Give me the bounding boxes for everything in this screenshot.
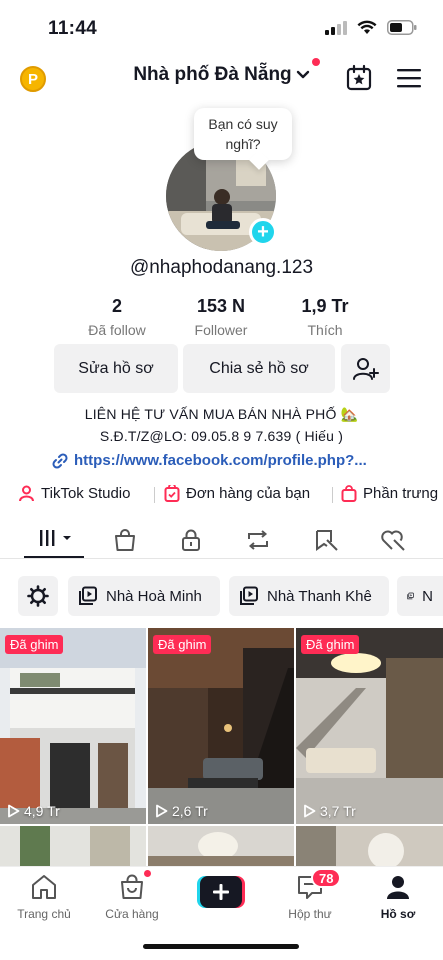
pinned-badge: Đã ghim bbox=[5, 635, 64, 654]
profile-link[interactable]: https://www.facebook.com/profile.php?... bbox=[52, 452, 367, 469]
wifi-icon bbox=[357, 20, 377, 34]
tiktok-studio-label: TikTok Studio bbox=[41, 485, 131, 502]
studio-icon bbox=[19, 485, 34, 502]
showcase-link[interactable]: Phần trưng bbox=[341, 485, 443, 502]
view-count: 3,7 Tr bbox=[303, 803, 356, 819]
inbox-badge: 78 bbox=[311, 868, 342, 888]
likes-stat[interactable]: 1,9 Tr Thích bbox=[270, 296, 380, 338]
video-thumbnail bbox=[148, 628, 294, 824]
video-thumbnail bbox=[296, 628, 443, 824]
nav-shop[interactable]: Cửa hàng bbox=[92, 874, 172, 921]
view-count: 4,9 Tr bbox=[7, 803, 60, 819]
nav-profile[interactable]: Hồ sơ bbox=[358, 874, 438, 921]
likes-count: 1,9 Tr bbox=[301, 296, 349, 316]
add-friend-button[interactable] bbox=[341, 344, 390, 393]
likes-label: Thích bbox=[307, 322, 343, 338]
collection-settings-button[interactable] bbox=[18, 576, 58, 616]
view-count-text: 4,9 Tr bbox=[24, 803, 60, 819]
order-icon bbox=[164, 485, 180, 502]
following-stat[interactable]: 2 Đã follow bbox=[62, 296, 172, 338]
profile-link-text: https://www.facebook.com/profile.php?... bbox=[74, 452, 367, 469]
gear-icon bbox=[27, 585, 49, 607]
orders-label: Đơn hàng của bạn bbox=[186, 485, 311, 502]
videos-grid-icon[interactable] bbox=[38, 528, 74, 552]
home-icon bbox=[32, 875, 56, 899]
playlist-icon bbox=[240, 586, 258, 605]
quick-link-divider bbox=[154, 487, 155, 503]
collection-label: N bbox=[422, 587, 433, 605]
chevron-down-icon bbox=[296, 70, 309, 79]
video-thumbnail bbox=[296, 826, 443, 866]
nav-inbox-label: Hộp thư bbox=[288, 907, 332, 921]
battery-icon bbox=[387, 20, 417, 35]
collection-label: Nhà Thanh Khê bbox=[267, 587, 372, 605]
hamburger-icon[interactable] bbox=[397, 68, 421, 88]
tiktok-studio-link[interactable]: TikTok Studio bbox=[18, 485, 130, 502]
bio-line-1: LIÊN HỆ TƯ VẤN MUA BÁN NHÀ PHỐ 🏡 bbox=[84, 406, 359, 422]
nav-shop-label: Cửa hàng bbox=[105, 907, 159, 921]
video-thumbnail bbox=[0, 628, 146, 824]
link-icon bbox=[52, 452, 68, 469]
nav-home[interactable]: Trang chủ bbox=[4, 874, 84, 921]
calendar-star-icon[interactable] bbox=[345, 64, 373, 92]
collection-label: Nhà Hoà Minh bbox=[106, 587, 202, 605]
bio-line-2: S.Đ.T/Z@LO: 09.05.8 9 7.639 ( Hiếu ) bbox=[99, 428, 344, 444]
showcase-icon bbox=[341, 485, 357, 502]
notification-dot bbox=[311, 58, 320, 66]
lock-icon[interactable] bbox=[179, 528, 203, 552]
shop-bag-icon[interactable] bbox=[113, 528, 137, 552]
video-thumbnail bbox=[148, 826, 294, 866]
quick-link-divider bbox=[332, 487, 333, 503]
nav-profile-label: Hồ sơ bbox=[380, 907, 416, 921]
play-icon bbox=[8, 804, 20, 818]
share-profile-button[interactable]: Chia sẻ hồ sơ bbox=[183, 344, 335, 393]
video-tile[interactable] bbox=[296, 826, 443, 866]
playlist-icon bbox=[407, 592, 414, 600]
video-thumbnail bbox=[0, 826, 146, 866]
divider bbox=[0, 558, 443, 559]
favorites-icon[interactable] bbox=[313, 528, 339, 552]
shop-bag-icon bbox=[121, 874, 143, 899]
video-tile[interactable]: Đã ghim 2,6 Tr bbox=[148, 628, 294, 824]
pinned-badge: Đã ghim bbox=[153, 635, 212, 654]
view-count-text: 2,6 Tr bbox=[172, 803, 208, 819]
repost-icon[interactable] bbox=[245, 528, 271, 552]
video-tile[interactable] bbox=[0, 826, 146, 866]
collection-chip[interactable]: N bbox=[397, 576, 443, 616]
page-title: Nhà phố Đà Nẵng bbox=[133, 64, 292, 85]
followers-stat[interactable]: 153 N Follower bbox=[166, 296, 276, 338]
video-tile[interactable] bbox=[148, 826, 294, 866]
play-icon bbox=[156, 804, 168, 818]
view-count: 2,6 Tr bbox=[155, 803, 208, 819]
pinned-badge: Đã ghim bbox=[301, 635, 360, 654]
nav-home-label: Trang chủ bbox=[17, 907, 71, 921]
edit-profile-button[interactable]: Sửa hồ sơ bbox=[54, 344, 178, 393]
following-label: Đã follow bbox=[88, 322, 146, 338]
collection-chip[interactable]: Nhà Thanh Khê bbox=[229, 576, 389, 616]
create-post-button[interactable] bbox=[197, 876, 245, 908]
status-icons bbox=[325, 20, 417, 35]
playlist-icon bbox=[79, 586, 97, 605]
orders-link[interactable]: Đơn hàng của bạn bbox=[164, 485, 310, 502]
account-switcher[interactable]: Nhà phố Đà Nẵng bbox=[133, 58, 320, 86]
play-icon bbox=[304, 804, 316, 818]
home-indicator bbox=[143, 944, 299, 949]
video-tile[interactable]: Đã ghim 3,7 Tr bbox=[296, 628, 443, 824]
collection-chip[interactable]: Nhà Hoà Minh bbox=[68, 576, 220, 616]
shop-notification-dot bbox=[143, 869, 152, 878]
followers-count: 153 N bbox=[196, 296, 246, 316]
username: @nhaphodanang.123 bbox=[129, 257, 314, 278]
following-count: 2 bbox=[111, 296, 122, 316]
profile-icon bbox=[387, 876, 409, 899]
thought-bubble[interactable]: Bạn có suy nghĩ? bbox=[194, 108, 292, 160]
add-avatar-button[interactable]: + bbox=[249, 218, 277, 246]
showcase-label: Phần trưng bbox=[363, 485, 439, 502]
cellular-icon bbox=[325, 20, 347, 35]
status-time: 11:44 bbox=[48, 18, 98, 39]
view-count-text: 3,7 Tr bbox=[320, 803, 356, 819]
add-user-icon bbox=[352, 357, 379, 380]
video-tile[interactable]: Đã ghim 4,9 Tr bbox=[0, 628, 146, 824]
liked-hidden-icon[interactable] bbox=[380, 528, 406, 552]
followers-label: Follower bbox=[194, 322, 248, 338]
